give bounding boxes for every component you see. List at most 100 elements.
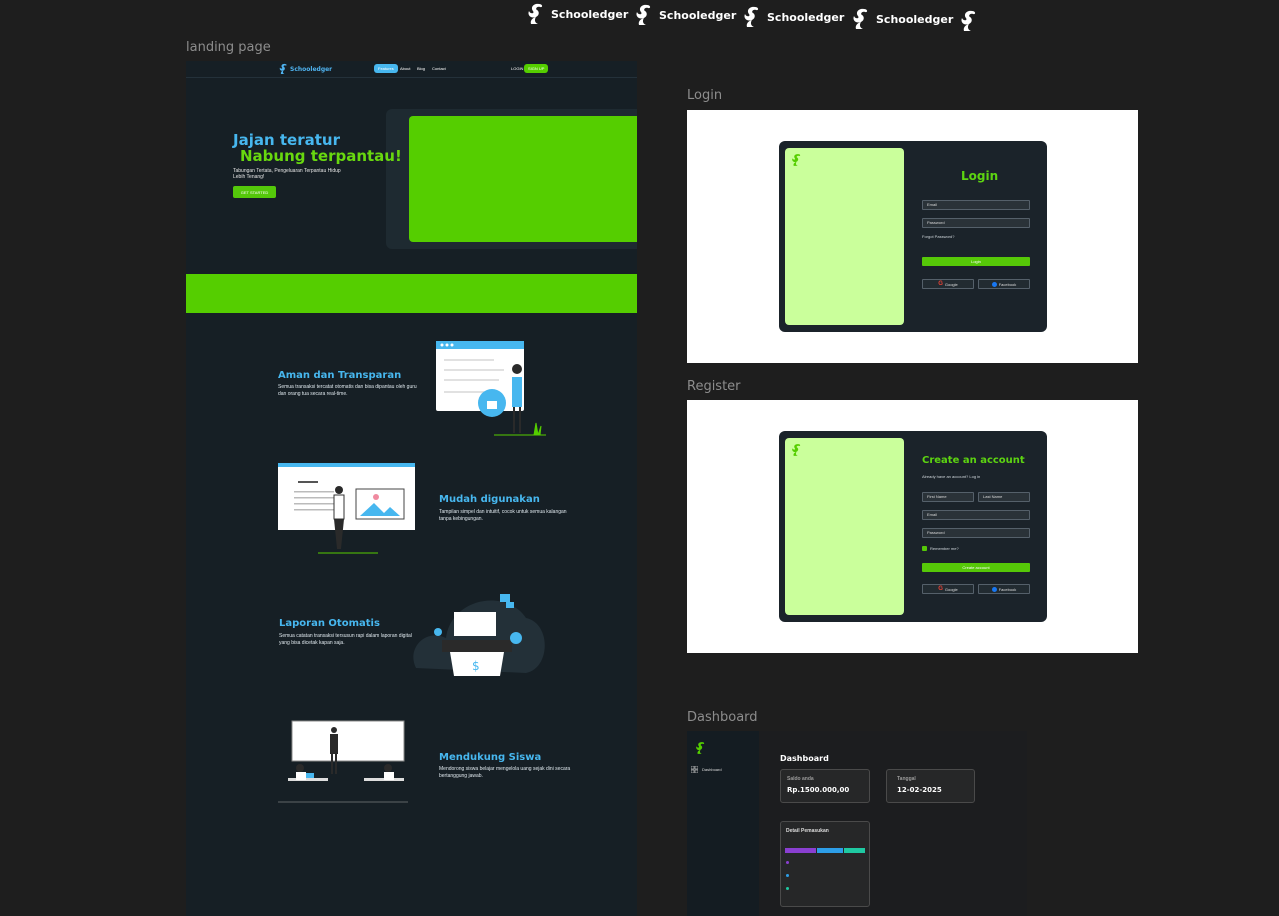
login-prompt-link[interactable]: Already have an account? Log in <box>922 474 980 479</box>
nav-link-about[interactable]: About <box>396 64 414 73</box>
password-field[interactable]: Password <box>922 528 1030 538</box>
register-image-panel <box>785 438 904 615</box>
saldo-label: Saldo anda <box>787 776 814 782</box>
date-label: Tanggal <box>897 776 916 782</box>
facebook-button[interactable]: Facebook <box>978 584 1030 594</box>
date-value: 12-02-2025 <box>897 786 942 794</box>
feature-desc: Semua catatan transaksi tersusun rapi da… <box>279 633 412 646</box>
frame-label-register: Register <box>687 379 741 394</box>
green-band <box>186 274 637 313</box>
google-button[interactable]: G Google <box>922 584 974 594</box>
brand-logo: Schooledger <box>741 5 844 29</box>
income-stacked-bar <box>785 848 865 853</box>
feature-desc: Semua transaksi tercatat otomatis dan bi… <box>278 384 417 397</box>
feature-title: Mudah digunakan <box>439 494 540 505</box>
income-bar-segment <box>817 848 843 853</box>
sidebar-item-dashboard[interactable]: Dashboard <box>691 766 722 773</box>
frame-label-landing: landing page <box>186 40 271 55</box>
brand-name: Schooledger <box>551 7 629 21</box>
brand-logo: Schooledger <box>525 2 628 26</box>
google-icon: G <box>938 586 943 592</box>
dashboard-frame: Dashboard Dashboard Saldo anda Rp.1500.0… <box>687 731 1027 916</box>
report-illustration: $ <box>413 594 545 676</box>
login-title: Login <box>961 169 999 183</box>
hero-subtitle: Tabungan Tertata, Pengeluaran Terpantau … <box>233 168 341 180</box>
squirrel-icon <box>958 9 978 33</box>
feature-desc: Tampilan simpel dan intuitif, cocok untu… <box>439 509 567 522</box>
brand-logo: Schooledger <box>633 3 736 27</box>
nav-link-contact[interactable]: Contact <box>428 64 450 73</box>
last-name-field[interactable]: Last Name <box>978 492 1030 502</box>
saldo-value: Rp.1500.000,00 <box>787 786 850 794</box>
login-frame: Login Email Password Forgot Password? Lo… <box>687 110 1138 363</box>
brand-name: Schooledger <box>876 12 954 26</box>
google-icon: G <box>938 281 943 287</box>
email-field[interactable]: Email <box>922 200 1030 210</box>
facebook-icon <box>991 281 997 287</box>
squirrel-icon <box>790 443 802 457</box>
squirrel-icon <box>278 63 288 75</box>
presentation-illustration <box>278 463 415 554</box>
squirrel-icon <box>633 3 653 27</box>
register-card: Create an account Already have an accoun… <box>779 431 1047 622</box>
google-label: Google <box>944 281 958 287</box>
nav-link-features[interactable]: Features <box>374 64 398 73</box>
squirrel-icon <box>525 2 545 26</box>
hero-image-placeholder <box>409 116 637 242</box>
brand-logo: Schooledger <box>850 7 953 31</box>
feature-title: Mendukung Siswa <box>439 752 542 763</box>
first-name-field[interactable]: First Name <box>922 492 974 502</box>
landing-navbar: Schooledger Features About Blog Contact … <box>186 61 637 78</box>
register-title: Create an account <box>922 455 1025 466</box>
frame-label-dashboard: Dashboard <box>687 710 758 725</box>
grid-icon <box>691 766 698 773</box>
legend-dot <box>786 887 789 890</box>
date-card: Tanggal 12-02-2025 <box>886 769 975 803</box>
squirrel-icon <box>694 741 706 755</box>
remember-label: Remember me? <box>930 546 959 551</box>
income-bar-segment <box>843 848 865 853</box>
income-detail-title: Detail Pemasukan <box>786 828 829 834</box>
login-image-panel <box>785 148 904 325</box>
legend-dot <box>786 861 789 864</box>
facebook-label: Facebook <box>998 281 1017 287</box>
register-frame: Create an account Already have an accoun… <box>687 400 1138 653</box>
login-button[interactable]: Login <box>922 257 1030 266</box>
google-button[interactable]: G Google <box>922 279 974 289</box>
frame-label-login: Login <box>687 88 723 103</box>
squirrel-icon <box>850 7 870 31</box>
landing-logo-text: Schooledger <box>290 65 333 73</box>
dashboard-sidebar: Dashboard <box>687 731 759 916</box>
brand-name: Schooledger <box>767 10 845 24</box>
create-account-button[interactable]: Create account <box>922 563 1030 572</box>
brand-logo <box>958 9 978 33</box>
income-bar-segment <box>785 848 817 853</box>
legend-dot <box>786 874 789 877</box>
sidebar-item-label: Dashboard <box>702 767 722 772</box>
brand-name: Schooledger <box>659 8 737 22</box>
facebook-button[interactable]: Facebook <box>978 279 1030 289</box>
income-detail-card: Detail Pemasukan <box>780 821 870 907</box>
feature-desc: Mendorong siswa belajar mengelola uang s… <box>439 766 571 779</box>
feature-title: Aman dan Transparan <box>278 370 402 381</box>
landing-logo[interactable]: Schooledger <box>278 63 332 75</box>
email-field[interactable]: Email <box>922 510 1030 520</box>
facebook-icon <box>991 586 997 592</box>
password-field[interactable]: Password <box>922 218 1030 228</box>
squirrel-icon <box>741 5 761 29</box>
nav-link-blog[interactable]: Blog <box>413 64 429 73</box>
security-illustration <box>436 341 546 436</box>
dashboard-heading: Dashboard <box>780 754 829 763</box>
saldo-card: Saldo anda Rp.1500.000,00 <box>780 769 870 803</box>
forgot-password-link[interactable]: Forgot Password? <box>922 234 954 239</box>
squirrel-icon <box>790 153 802 167</box>
classroom-illustration <box>278 720 408 803</box>
nav-signup-button[interactable]: SIGN UP <box>524 64 549 73</box>
get-started-button[interactable]: GET STARTED <box>233 186 276 198</box>
landing-frame: Schooledger Features About Blog Contact … <box>186 61 637 916</box>
login-card: Login Email Password Forgot Password? Lo… <box>779 141 1047 332</box>
hero-title-line2: Nabung terpantau! <box>240 147 402 165</box>
remember-checkbox[interactable] <box>922 546 927 551</box>
facebook-label: Facebook <box>998 586 1017 592</box>
svg-text:$: $ <box>472 659 480 673</box>
